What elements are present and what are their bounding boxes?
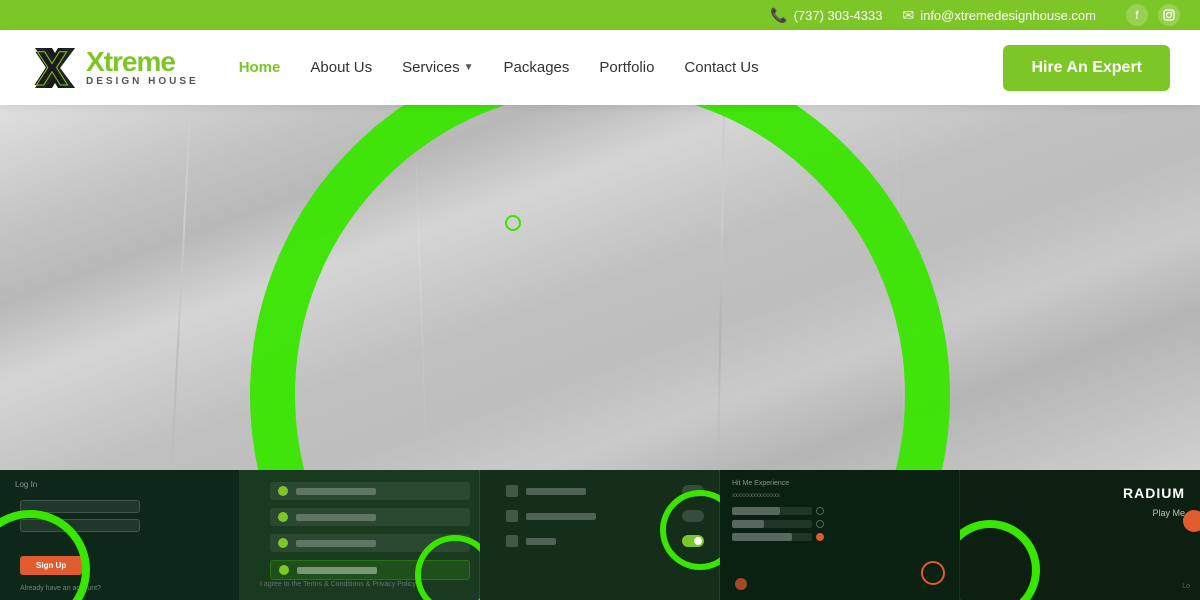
nav-home[interactable]: Home [239, 59, 281, 76]
logo-sub-text: DESIGN HOUSE [86, 76, 199, 87]
portfolio-strip: Log In Sign Up Already have an account? [0, 470, 1200, 600]
bar-bg-2 [732, 520, 812, 528]
logo[interactable]: X X Xtreme DESIGN HOUSE [30, 43, 199, 93]
hero-small-circle [505, 215, 521, 231]
phone-icon: 📞 [770, 7, 787, 24]
hero-section [0, 105, 1200, 470]
portfolio-item-3[interactable] [480, 470, 720, 600]
navbar: X X Xtreme DESIGN HOUSE Home About Us Se… [0, 30, 1200, 105]
email-address: info@xtremedesignhouse.com [920, 8, 1096, 23]
nav-about[interactable]: About Us [310, 59, 372, 76]
email-icon: ✉ [902, 7, 914, 24]
stat-row-3 [732, 533, 948, 541]
setting-text-2 [296, 514, 376, 521]
nav-packages[interactable]: Packages [504, 59, 570, 76]
portfolio-item-1[interactable]: Log In Sign Up Already have an account? [0, 470, 240, 600]
mode-icon-2 [506, 510, 518, 522]
radium-orange-dot [1183, 510, 1200, 532]
metric-circle [921, 561, 945, 585]
portfolio-item-5[interactable]: RADIUM Play Me Lo [960, 470, 1200, 600]
facebook-icon[interactable]: f [1126, 4, 1148, 26]
mode-icon-3 [506, 535, 518, 547]
metric-dot [735, 578, 747, 590]
nav-contact[interactable]: Contact Us [684, 59, 758, 76]
logo-main-text: Xtreme [86, 48, 199, 76]
setting-icon-3 [278, 538, 288, 548]
email-info: ✉ info@xtremedesignhouse.com [902, 7, 1096, 24]
hero-green-circle [250, 105, 950, 470]
setting-text-3 [296, 540, 376, 547]
stat-row-2 [732, 520, 948, 528]
portfolio-item-2[interactable]: I agree to the Terms & Conditions & Priv… [240, 470, 480, 600]
radium-extra: Lo [1182, 583, 1190, 590]
stat-row-1 [732, 507, 948, 515]
phone-info: 📞 (737) 303-4333 [770, 7, 882, 24]
hero-background [0, 105, 1200, 470]
stat-dot-2 [816, 520, 824, 528]
setting-row-1 [270, 482, 470, 500]
stats-ui: Hit Me Experience xxxxxxxxxxxxxxxx [732, 480, 948, 541]
stat-dot-1 [816, 507, 824, 515]
mode-text [526, 488, 586, 495]
stats-title: Hit Me Experience [732, 480, 948, 487]
mode-text-3 [526, 538, 556, 545]
mode-icon [506, 485, 518, 497]
mode-text-2 [526, 513, 596, 520]
radium-arc [960, 520, 1040, 600]
nav-services[interactable]: Services ▼ [402, 59, 473, 76]
setting-row-2 [270, 508, 470, 526]
login-label: Log In [15, 480, 37, 489]
portfolio-item-4[interactable]: Hit Me Experience xxxxxxxxxxxxxxxx [720, 470, 960, 600]
top-bar: 📞 (737) 303-4333 ✉ info@xtremedesignhous… [0, 0, 1200, 30]
nav-portfolio[interactable]: Portfolio [599, 59, 654, 76]
setting-icon-4 [279, 565, 289, 575]
hire-expert-button[interactable]: Hire An Expert [1003, 45, 1170, 91]
instagram-icon[interactable] [1158, 4, 1180, 26]
phone-number: (737) 303-4333 [794, 8, 883, 23]
bar-bg-3 [732, 533, 812, 541]
bar-fill-2 [732, 520, 764, 528]
bar-bg-1 [732, 507, 812, 515]
logo-text: Xtreme DESIGN HOUSE [86, 48, 199, 87]
stats-bars [732, 507, 948, 541]
stat-dot-active [816, 533, 824, 541]
setting-text-1 [296, 488, 376, 495]
nav-links: Home About Us Services ▼ Packages Portfo… [239, 59, 1004, 76]
setting-icon-1 [278, 486, 288, 496]
services-dropdown-arrow: ▼ [464, 62, 474, 73]
stats-subtitle: xxxxxxxxxxxxxxxx [732, 493, 948, 499]
logo-name-rest: treme [104, 46, 175, 77]
logo-icon: X X [30, 43, 80, 93]
social-links: f [1126, 4, 1180, 26]
radium-title: RADIUM [1123, 485, 1185, 501]
radium-subtitle: Play Me [1152, 508, 1185, 518]
bar-fill-1 [732, 507, 780, 515]
svg-text:X: X [36, 43, 68, 93]
setting-text-4 [297, 567, 377, 574]
bar-fill-3 [732, 533, 792, 541]
setting-icon-2 [278, 512, 288, 522]
